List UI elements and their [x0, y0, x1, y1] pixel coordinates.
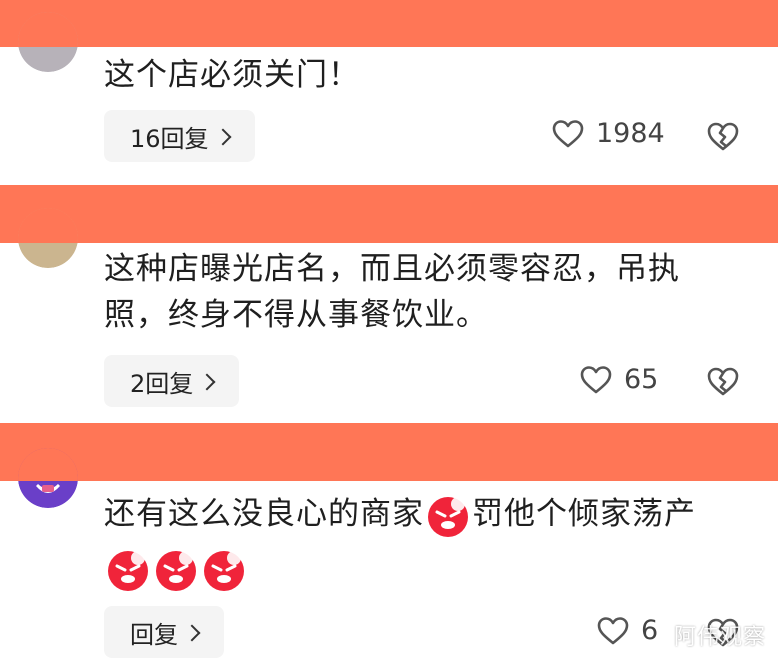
like-count: 6: [641, 615, 659, 646]
heart-outline-icon: [597, 616, 629, 644]
comment-text-line: 这种店曝光店名，而且必须零容忍，吊执: [104, 251, 680, 287]
reply-count-label: 回复: [130, 620, 178, 649]
like-count: 65: [624, 364, 659, 395]
angry-face-emoji-icon: [108, 551, 148, 591]
heart-outline-icon: [552, 119, 584, 147]
heart-outline-icon: [580, 365, 612, 393]
like-button[interactable]: 65: [580, 364, 658, 395]
comment-text: 这种店曝光店名，而且必须零容忍，吊执 照，终身不得从事餐饮业。: [104, 246, 764, 338]
dislike-button[interactable]: [706, 365, 740, 401]
view-replies-button[interactable]: 2回复: [104, 355, 240, 407]
dislike-button[interactable]: [706, 120, 740, 156]
reply-count-label: 2回复: [130, 369, 194, 398]
avatar[interactable]: [18, 12, 78, 72]
view-replies-button[interactable]: 回复: [104, 606, 224, 658]
avatar[interactable]: [18, 208, 78, 268]
broken-heart-icon: [707, 122, 739, 151]
like-button[interactable]: 6: [597, 615, 658, 646]
comment-text: 还有这么没良心的商家 罚他个倾家荡产: [104, 491, 764, 592]
comment-item: 这个店必须关门！ 16回复 1984: [0, 0, 778, 185]
like-count: 1984: [596, 118, 665, 149]
reply-count-label: 16回复: [130, 124, 209, 153]
comment-text-segment: 罚他个倾家荡产: [472, 496, 696, 532]
view-replies-button[interactable]: 16回复: [104, 110, 255, 162]
like-button[interactable]: 1984: [552, 118, 665, 149]
comment-text-line: 照，终身不得从事餐饮业。: [104, 297, 488, 333]
angry-face-emoji-icon: [156, 551, 196, 591]
chevron-right-icon: [198, 373, 216, 390]
comment-text-segment: 还有这么没良心的商家: [104, 496, 424, 532]
comment-item: 还有这么没良心的商家 罚他个倾家荡产 回复 6: [0, 448, 778, 667]
avatar[interactable]: [18, 448, 78, 508]
angry-face-emoji-icon: [204, 551, 244, 591]
orange-divider-band: [0, 423, 778, 481]
chevron-right-icon: [183, 624, 201, 641]
comment-text: 这个店必须关门！: [104, 57, 360, 93]
angry-face-emoji-icon: [428, 496, 468, 537]
comment-item: 这种店曝光店名，而且必须零容忍，吊执 照，终身不得从事餐饮业。 2回复 65: [0, 208, 778, 423]
orange-divider-band: [0, 185, 778, 243]
chevron-right-icon: [214, 128, 232, 145]
broken-heart-icon: [707, 367, 739, 396]
watermark: 阿伟观察: [673, 625, 766, 650]
